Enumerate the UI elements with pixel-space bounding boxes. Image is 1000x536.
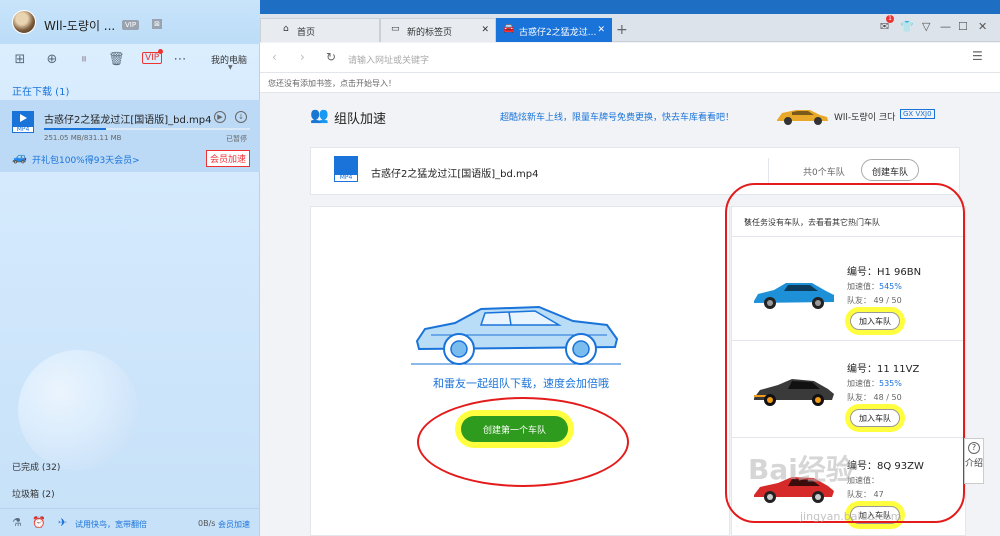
- car-illustration: [411, 305, 621, 365]
- task-status: 已暂停: [226, 135, 247, 143]
- downloading-tab[interactable]: 正在下载 (1): [12, 83, 69, 98]
- team-icon: 👥: [310, 106, 329, 124]
- speed-accel-link[interactable]: 会员加速: [218, 519, 250, 530]
- vip-badge: VIP: [122, 20, 140, 30]
- vip-notify-dot: [158, 49, 163, 54]
- page-title: 组队加速: [334, 112, 387, 127]
- play-icon[interactable]: ▶: [214, 111, 226, 123]
- mp4-file-icon: MP4: [12, 111, 34, 133]
- watermark-url: jingyan.baidu.com: [800, 510, 902, 523]
- download-task-row[interactable]: MP4 古惑仔2之猛龙过江[国语版]_bd.mp4 ▶ ↓ 251.05 MB/…: [0, 100, 260, 172]
- add-task-icon[interactable]: ⊞: [12, 52, 28, 68]
- delete-icon[interactable]: 🗑: [108, 52, 125, 68]
- team-hint: 和雷友一起组队下载，速度会加倍哦: [433, 377, 609, 390]
- more-icon[interactable]: ⋯: [172, 52, 188, 68]
- gift-promo-link[interactable]: 开礼包100%得93天会员>: [32, 153, 140, 166]
- watermark: Bai经验: [748, 453, 854, 486]
- clock-icon[interactable]: ⏰: [32, 516, 46, 529]
- car-owner-name: Wll-도량이 크다: [834, 113, 896, 123]
- help-label: 介绍: [965, 459, 984, 469]
- flask-icon[interactable]: ⚗: [12, 516, 22, 529]
- task-size: 251.05 MB/831.11 MB: [44, 134, 122, 142]
- user-bar: Wll-도량이 ... VIP ⊠: [0, 0, 260, 44]
- team-count: 共0个车队: [803, 168, 845, 178]
- download-resume-icon[interactable]: ↓: [235, 111, 247, 123]
- pause-icon[interactable]: ⏸: [76, 52, 92, 68]
- garage-promo-link[interactable]: 超酷炫新车上线，限量车牌号免费更换，快去车库看看吧！: [500, 110, 734, 123]
- question-icon: ?: [968, 442, 980, 454]
- completed-tab[interactable]: 已完成 (32): [12, 460, 60, 473]
- trash-tab[interactable]: 垃圾箱 (2): [12, 487, 55, 500]
- speed-readout: 0B/s: [198, 519, 216, 528]
- file-name: 古惑仔2之猛龙过江[国语版]_bd.mp4: [371, 169, 539, 180]
- download-icon[interactable]: ⊕: [44, 52, 60, 68]
- create-team-button[interactable]: 创建车队: [861, 159, 920, 181]
- skin-icon[interactable]: ⊠: [152, 19, 162, 29]
- plate-tag: GX VXJ0: [900, 109, 935, 119]
- page-header: 👥 组队加速 超酷炫新车上线，限量车牌号免费更换，快去车库看看吧！ Wll-도량…: [310, 104, 960, 134]
- progress-bar: [44, 128, 250, 130]
- mp4-file-icon: MP4: [334, 156, 373, 182]
- empty-state-panel: 和雷友一起组队下载，速度会加倍哦 创建第一个车队: [310, 206, 730, 536]
- help-button[interactable]: ? 介绍: [964, 438, 984, 484]
- try-fast-link[interactable]: 试用快鸟，宽带翻倍: [75, 519, 147, 530]
- member-accel-button[interactable]: 会员加速: [206, 150, 251, 167]
- avatar[interactable]: [12, 10, 36, 34]
- car-icon: 🚙: [12, 150, 27, 164]
- user-car-icon: [777, 110, 828, 125]
- chevron-down-icon: ▼: [228, 64, 233, 71]
- left-panel: Wll-도량이 ... VIP ⊠ ⊞ ⊕ ⏸ 🗑 ⋯ VIP 我的电脑 ▼ 正…: [0, 0, 260, 536]
- highlight-circle: [417, 397, 629, 487]
- globe-decoration: [18, 350, 138, 470]
- status-bar: ⚗ ⏰ ✈ 试用快鸟，宽带翻倍 0B/s 会员加速: [0, 508, 260, 536]
- bird-icon: ✈: [58, 516, 68, 529]
- username[interactable]: Wll-도량이 ...: [44, 17, 115, 34]
- divider: [768, 158, 769, 184]
- task-name: 古惑仔2之猛龙过江[国语版]_bd.mp4: [44, 115, 212, 126]
